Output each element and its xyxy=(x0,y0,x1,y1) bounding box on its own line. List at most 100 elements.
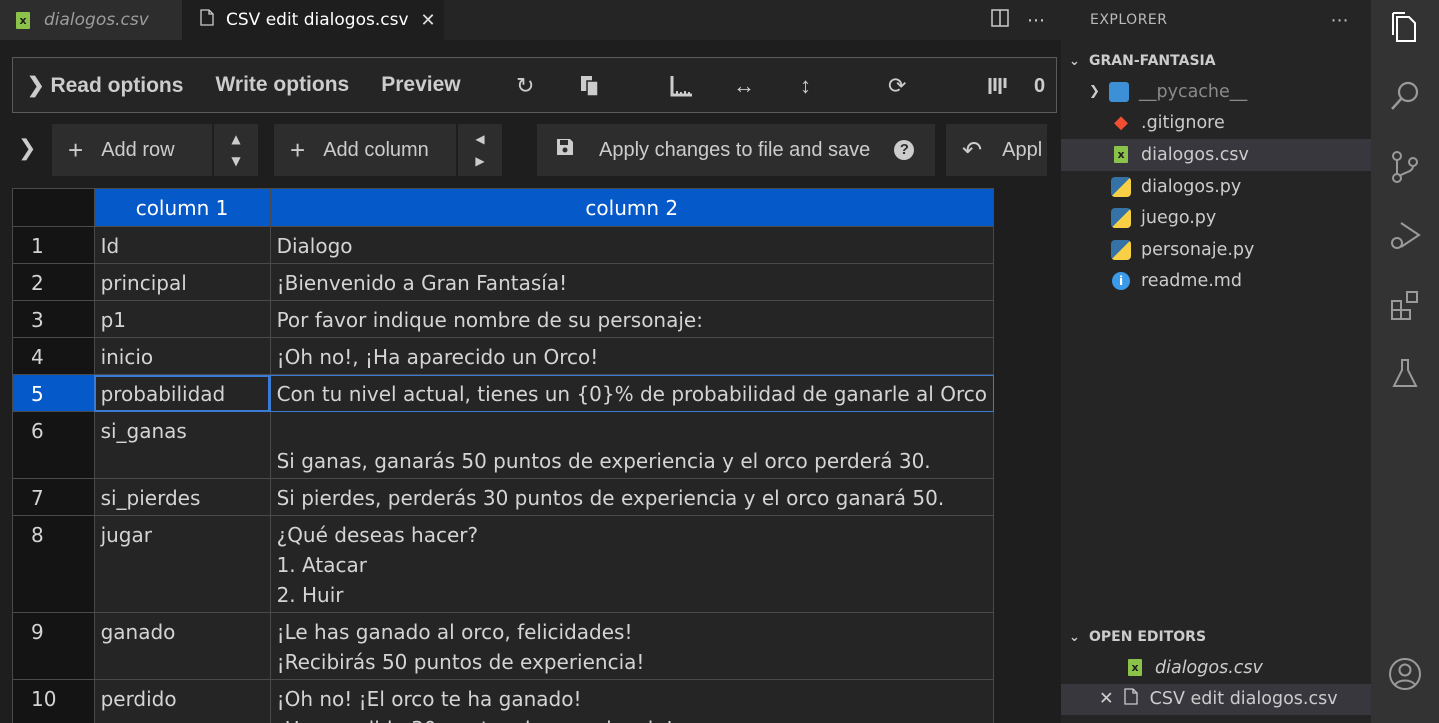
chevron-left-icon[interactable]: ◀ xyxy=(475,128,484,150)
cell-column-2[interactable]: ¡Oh no!, ¡Ha aparecido un Orco! xyxy=(269,337,995,375)
row-number[interactable]: 4 xyxy=(12,337,95,375)
file-name: juego.py xyxy=(1141,208,1217,229)
apply-save-button[interactable]: Apply changes to file and save ? xyxy=(537,124,935,176)
chevron-right-icon[interactable]: ▶ xyxy=(475,150,484,172)
file-name: dialogos.py xyxy=(1141,176,1242,197)
row-number[interactable]: 8 xyxy=(12,515,95,613)
cell-column-1[interactable]: Id xyxy=(93,226,271,264)
cell-column-2[interactable]: ¡Le has ganado al orco, felicidades! ¡Re… xyxy=(269,612,995,680)
file-tree-item[interactable]: ◆ .gitignore xyxy=(1061,108,1371,140)
sync-icon[interactable]: ⟳ xyxy=(888,58,906,114)
table-row[interactable]: 6 si_ganas Si ganas, ganarás 50 puntos de… xyxy=(12,411,995,479)
split-editor-icon[interactable] xyxy=(991,8,1009,32)
open-editor-item[interactable]: ✕ CSV edit dialogos.csv xyxy=(1061,683,1371,715)
explorer-icon[interactable] xyxy=(1371,0,1439,56)
options-bar: ❯ Read options Write options Preview ↻ ↔… xyxy=(12,57,1057,113)
chevron-up-icon[interactable]: ▲ xyxy=(231,128,240,150)
apply-button[interactable]: ↶ Appl xyxy=(946,124,1047,176)
row-number[interactable]: 7 xyxy=(12,478,95,516)
table-row[interactable]: 7 si_pierdes Si pierdes, perderás 30 punto… xyxy=(12,478,995,516)
table-row[interactable]: 8 jugar ¿Qué deseas hacer? 1. Atacar 2. Hu… xyxy=(12,515,995,613)
file-tree-item[interactable]: x dialogos.csv xyxy=(1061,139,1371,171)
extensions-icon[interactable] xyxy=(1371,277,1439,333)
chevron-down-icon[interactable]: ▼ xyxy=(231,150,240,172)
open-editor-item[interactable]: x dialogos.csv xyxy=(1061,652,1371,684)
file-tree-item[interactable]: juego.py xyxy=(1061,202,1371,234)
info-icon: i xyxy=(1112,272,1130,291)
column-header-2[interactable]: column 2 xyxy=(269,188,995,227)
file-tree-item[interactable]: ❯ __pycache__ xyxy=(1061,76,1371,108)
cell-column-2[interactable]: ¿Qué deseas hacer? 1. Atacar 2. Huir xyxy=(269,515,995,613)
row-number[interactable]: 2 xyxy=(12,263,95,301)
cell-column-1[interactable]: ganado xyxy=(93,612,271,680)
table-row[interactable]: 4 inicio ¡Oh no!, ¡Ha aparecido un Orco! xyxy=(12,337,995,375)
chevron-right-icon[interactable]: ❯ xyxy=(18,136,36,161)
add-column-button[interactable]: + Add column xyxy=(274,124,456,176)
editor-actions: ⋯ xyxy=(991,0,1045,40)
table-row[interactable]: 9 ganado ¡Le has ganado al orco, felicidad… xyxy=(12,612,995,680)
row-number[interactable]: 10 xyxy=(12,679,95,723)
write-options-toggle[interactable]: Write options xyxy=(215,73,349,97)
more-actions-icon[interactable]: ⋯ xyxy=(1027,10,1045,31)
file-tree-item[interactable]: personaje.py xyxy=(1061,234,1371,266)
cell-column-2[interactable]: Dialogo xyxy=(269,226,995,264)
account-icon[interactable] xyxy=(1371,646,1439,702)
row-move-arrows[interactable]: ▲ ▼ xyxy=(214,124,258,176)
testing-icon[interactable] xyxy=(1371,346,1439,402)
cell-column-2[interactable]: Si ganas, ganarás 50 puntos de experienc… xyxy=(269,411,995,479)
source-control-icon[interactable] xyxy=(1371,139,1439,195)
cell-column-1[interactable]: probabilidad xyxy=(93,374,271,412)
copy-icon[interactable] xyxy=(579,58,601,114)
file-name: readme.md xyxy=(1141,271,1242,292)
read-options-toggle[interactable]: ❯ Read options xyxy=(27,73,183,98)
help-icon[interactable]: ? xyxy=(894,140,915,160)
tab-csv-edit[interactable]: CSV edit dialogos.csv ✕ xyxy=(182,0,444,40)
add-row-button[interactable]: + Add row xyxy=(52,124,212,176)
cell-column-1[interactable]: p1 xyxy=(93,300,271,338)
table-row[interactable]: 2 principal ¡Bienvenido a Gran Fantasía! xyxy=(12,263,995,301)
run-debug-icon[interactable] xyxy=(1371,208,1439,264)
table-row[interactable]: 3 p1 Por favor indique nombre de su person… xyxy=(12,300,995,338)
resize-horizontal-icon[interactable]: ↔ xyxy=(733,58,755,114)
open-editors-section: ⌄ OPEN EDITORS x dialogos.csv ✕ CSV edit… xyxy=(1061,622,1371,715)
search-icon[interactable] xyxy=(1371,68,1439,124)
cell-column-2[interactable]: ¡Oh no! ¡El orco te ha ganado! ¡Has perd… xyxy=(269,679,995,723)
file-tree-item[interactable]: dialogos.py xyxy=(1061,171,1371,203)
cell-column-1[interactable]: jugar xyxy=(93,515,271,613)
ruler-icon[interactable] xyxy=(670,58,694,114)
row-number[interactable]: 1 xyxy=(12,226,95,264)
cell-column-2[interactable]: ¡Bienvenido a Gran Fantasía! xyxy=(269,263,995,301)
row-number[interactable]: 3 xyxy=(12,300,95,338)
close-icon[interactable]: ✕ xyxy=(421,10,436,31)
row-number[interactable]: 5 xyxy=(12,374,95,412)
table-row[interactable]: 5 probabilidad Con tu nivel actual, tienes… xyxy=(12,374,995,412)
columns-icon[interactable] xyxy=(988,58,1010,114)
open-editors-header[interactable]: ⌄ OPEN EDITORS xyxy=(1061,622,1371,652)
cell-column-2[interactable]: Por favor indique nombre de su personaje… xyxy=(269,300,995,338)
table-row[interactable]: 1 Id Dialogo xyxy=(12,226,995,264)
tab-dialogos-csv[interactable]: x dialogos.csv xyxy=(0,0,182,40)
csv-file-icon: x xyxy=(1114,146,1128,164)
table-row[interactable]: 10 perdido ¡Oh no! ¡El orco te ha ganado! … xyxy=(12,679,995,723)
folder-section-header[interactable]: ⌄ GRAN-FANTASIA xyxy=(1061,46,1371,76)
close-icon[interactable]: ✕ xyxy=(1099,689,1114,709)
row-number[interactable]: 6 xyxy=(12,411,95,479)
cell-column-1[interactable]: principal xyxy=(93,263,271,301)
column-header-1[interactable]: column 1 xyxy=(93,188,271,227)
cell-column-1[interactable]: inicio xyxy=(93,337,271,375)
reload-icon[interactable]: ↻ xyxy=(516,58,534,114)
file-tree-item[interactable]: i readme.md xyxy=(1061,266,1371,298)
corner-cell xyxy=(12,188,95,227)
cell-column-1[interactable]: si_ganas xyxy=(93,411,271,479)
git-icon: ◆ xyxy=(1114,112,1128,134)
cell-column-1[interactable]: si_pierdes xyxy=(93,478,271,516)
cell-column-2[interactable]: Si pierdes, perderás 30 puntos de experi… xyxy=(269,478,995,516)
more-actions-icon[interactable]: ⋯ xyxy=(1331,10,1350,31)
column-move-arrows[interactable]: ◀ ▶ xyxy=(458,124,502,176)
activity-bar xyxy=(1371,0,1439,723)
preview-toggle[interactable]: Preview xyxy=(381,73,460,97)
cell-column-1[interactable]: perdido xyxy=(93,679,271,723)
resize-vertical-icon[interactable]: ↕ xyxy=(800,58,811,114)
row-number[interactable]: 9 xyxy=(12,612,95,680)
cell-column-2[interactable]: Con tu nivel actual, tienes un {0}% de p… xyxy=(269,374,995,412)
